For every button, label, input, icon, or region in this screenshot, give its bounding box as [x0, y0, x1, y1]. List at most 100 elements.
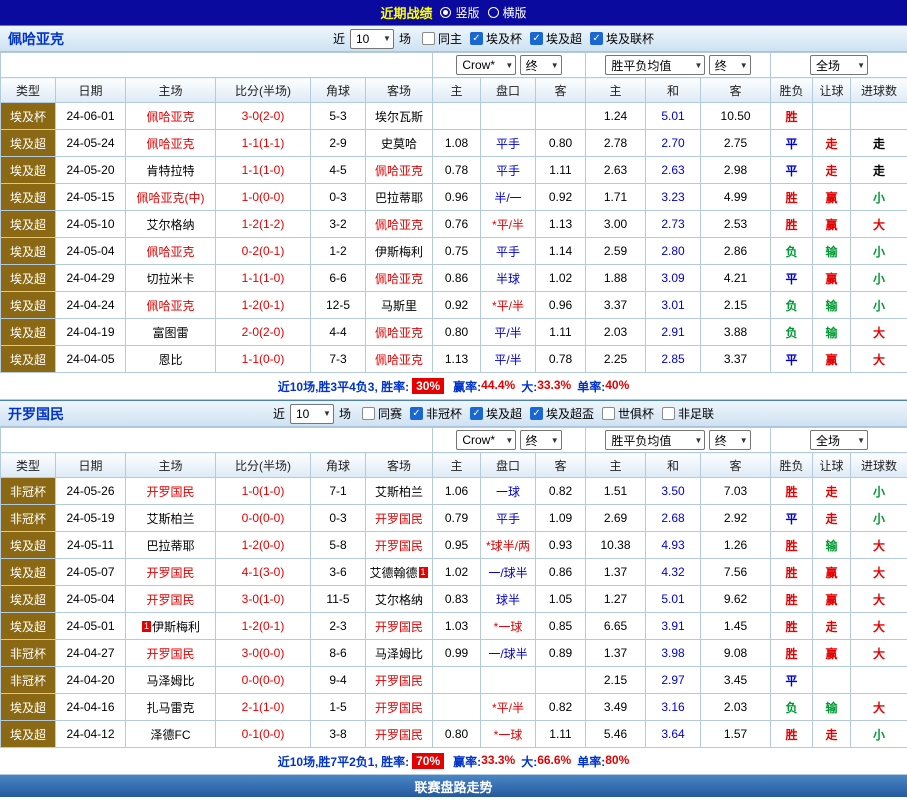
filter-label: 世俱杯 [618, 405, 654, 422]
cell-europe-home: 1.24 [586, 103, 646, 130]
league-filter[interactable]: 同赛 [362, 405, 402, 422]
match-count-select[interactable]: 10 ▼ [290, 404, 334, 424]
league-filter[interactable]: 埃及联杯 [590, 30, 654, 47]
col-header: 和 [646, 78, 701, 103]
league-filter[interactable]: 同主 [422, 30, 462, 47]
checkbox-icon[interactable] [602, 407, 615, 420]
cell-europe-draw: 3.50 [646, 478, 701, 505]
cell-away-team: 开罗国民 [366, 694, 433, 721]
europe-odds-select[interactable]: 胜平负均值 ▼ [605, 430, 705, 450]
chevron-down-icon: ▼ [694, 436, 702, 445]
cell-asian-home-odds [433, 694, 481, 721]
cell-europe-home: 1.27 [586, 586, 646, 613]
europe-time-select[interactable]: 终 ▼ [709, 430, 751, 450]
cell-asian-handicap: *平/半 [481, 211, 536, 238]
cell-europe-home: 2.78 [586, 130, 646, 157]
asian-odds-controls: Crow* ▼ 终 ▼ [433, 53, 586, 78]
cell-asian-handicap [481, 103, 536, 130]
cell-europe-away: 7.56 [701, 559, 771, 586]
league-filter[interactable]: 埃及超 [470, 405, 522, 422]
checkbox-icon[interactable] [470, 32, 483, 45]
table-row: 埃及超 24-04-19 富图雷 2-0(2-0) 4-4 佩哈亚克 0.80 … [1, 319, 907, 346]
cell-league-type: 埃及超 [1, 157, 56, 184]
league-filter[interactable]: 埃及杯 [470, 30, 522, 47]
cell-away-team: 巴拉蒂耶 [366, 184, 433, 211]
cell-asian-away-odds [536, 103, 586, 130]
cell-europe-draw: 3.23 [646, 184, 701, 211]
europe-time-select[interactable]: 终 ▼ [709, 55, 751, 75]
cell-europe-draw: 2.73 [646, 211, 701, 238]
cell-corners: 3-2 [311, 211, 366, 238]
cell-league-type: 埃及杯 [1, 103, 56, 130]
cell-asian-home-odds: 0.96 [433, 184, 481, 211]
stat-value: 33.3% [537, 378, 571, 395]
match-count-select[interactable]: 10 ▼ [350, 29, 394, 49]
cell-result-handicap: 输 [813, 532, 851, 559]
odds-controls-row: Crow* ▼ 终 ▼ 胜平负均值 ▼ 终 ▼ [1, 428, 907, 453]
cell-result-goals: 小 [851, 505, 907, 532]
bottom-section-title: 联赛盘路走势 [0, 775, 907, 797]
scope-select[interactable]: 全场 ▼ [810, 430, 868, 450]
europe-odds-select[interactable]: 胜平负均值 ▼ [605, 55, 705, 75]
cell-result-wdl: 平 [771, 157, 813, 184]
cell-result-wdl: 平 [771, 667, 813, 694]
checkbox-icon[interactable] [470, 407, 483, 420]
checkbox-icon[interactable] [530, 32, 543, 45]
checkbox-icon[interactable] [362, 407, 375, 420]
cell-league-type: 埃及超 [1, 130, 56, 157]
checkbox-icon[interactable] [410, 407, 423, 420]
cell-asian-handicap: 平手 [481, 130, 536, 157]
league-filter[interactable]: 非冠杯 [410, 405, 462, 422]
layout-option-vertical[interactable]: 竖版 [440, 4, 479, 21]
bookmaker-select[interactable]: Crow* ▼ [456, 55, 516, 75]
select-value: 终 [715, 57, 727, 74]
cell-corners: 7-3 [311, 346, 366, 373]
col-header: 主 [586, 453, 646, 478]
cell-result-goals: 走 [851, 157, 907, 184]
filter-controls: 近 10 ▼ 场 同赛非冠杯埃及超埃及超盃世俱杯非足联 [273, 404, 834, 424]
bookmaker-select[interactable]: Crow* ▼ [456, 430, 516, 450]
cell-away-team: 佩哈亚克 [366, 157, 433, 184]
cell-asian-away-odds: 0.86 [536, 559, 586, 586]
cell-asian-home-odds: 0.79 [433, 505, 481, 532]
league-filter[interactable]: 世俱杯 [602, 405, 654, 422]
chevron-down-icon: ▼ [505, 436, 513, 445]
league-filter[interactable]: 非足联 [662, 405, 714, 422]
cell-result-wdl: 负 [771, 319, 813, 346]
radio-icon[interactable] [488, 7, 499, 18]
cell-asian-handicap [481, 667, 536, 694]
cell-europe-away: 7.03 [701, 478, 771, 505]
table-row: 埃及超 24-04-29 切拉米卡 1-1(1-0) 6-6 佩哈亚克 0.86… [1, 265, 907, 292]
radio-icon[interactable] [440, 7, 451, 18]
cell-europe-draw: 2.63 [646, 157, 701, 184]
select-value: 终 [526, 57, 538, 74]
summary-bar: 近10场,胜7平2负1, 胜率: 70% 赢率:33.3%大:66.6%单率:8… [0, 748, 907, 775]
cell-asian-away-odds: 1.14 [536, 238, 586, 265]
league-filter[interactable]: 埃及超盃 [530, 405, 594, 422]
cell-score: 1-1(1-0) [216, 265, 311, 292]
cell-home-team: 佩哈亚克 [126, 130, 216, 157]
cell-away-team: 艾斯柏兰 [366, 478, 433, 505]
checkbox-icon[interactable] [530, 407, 543, 420]
cell-europe-draw: 2.80 [646, 238, 701, 265]
matches-label: 场 [399, 30, 411, 47]
cell-league-type: 埃及超 [1, 238, 56, 265]
red-card-badge: 1 [419, 567, 428, 578]
cell-europe-away: 9.08 [701, 640, 771, 667]
cell-away-team: 开罗国民 [366, 667, 433, 694]
checkbox-icon[interactable] [662, 407, 675, 420]
league-filter[interactable]: 埃及超 [530, 30, 582, 47]
layout-option-horizontal[interactable]: 横版 [488, 4, 527, 21]
scope-select[interactable]: 全场 ▼ [810, 55, 868, 75]
cell-asian-handicap: *球半/两 [481, 532, 536, 559]
checkbox-icon[interactable] [422, 32, 435, 45]
asian-time-select[interactable]: 终 ▼ [520, 55, 562, 75]
cell-europe-away: 3.88 [701, 319, 771, 346]
checkbox-icon[interactable] [590, 32, 603, 45]
cell-result-handicap [813, 667, 851, 694]
cell-corners: 4-4 [311, 319, 366, 346]
col-header: 客 [536, 78, 586, 103]
cell-asian-handicap: 半球 [481, 265, 536, 292]
asian-time-select[interactable]: 终 ▼ [520, 430, 562, 450]
cell-result-handicap: 赢 [813, 184, 851, 211]
